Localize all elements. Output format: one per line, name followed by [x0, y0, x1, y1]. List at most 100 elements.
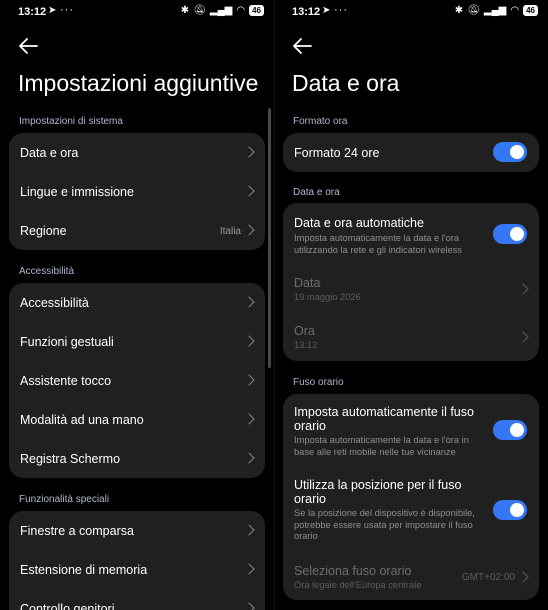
item-label: Data: [294, 276, 321, 290]
section-label-special: Funzionalità speciali: [19, 494, 110, 505]
item-label: Seleziona fuso orario: [294, 564, 412, 578]
item-label: Regione: [20, 224, 67, 238]
chevron-right-icon: [243, 602, 255, 610]
item-location-timezone[interactable]: Utilizza la posizione per il fuso orario…: [283, 472, 539, 550]
wifi-icon: ◠: [510, 5, 520, 16]
item-label: Utilizza la posizione per il fuso orario: [294, 478, 462, 506]
bluetooth-icon: ✱: [454, 5, 464, 16]
chevron-right-icon: [243, 413, 255, 425]
chevron-right-icon: [243, 335, 255, 347]
item-label: Registra Schermo: [20, 452, 121, 466]
status-time: 13:12: [18, 6, 47, 18]
toggle-knob: [510, 423, 524, 437]
timezone-name: Ora legale dell'Europa centrale: [294, 580, 422, 590]
toggle-auto-timezone[interactable]: [493, 420, 527, 440]
toggle-knob: [510, 145, 524, 159]
item-label: Ora: [294, 324, 315, 338]
section-label-time-format: Formato ora: [293, 116, 348, 127]
card-timezone: Imposta automaticamente il fuso orario I…: [283, 394, 539, 600]
item-time[interactable]: Ora 13:12: [283, 316, 539, 360]
item-label: Imposta automaticamente il fuso orario: [294, 405, 474, 433]
back-arrow-icon[interactable]: [18, 37, 38, 55]
item-auto-timezone[interactable]: Imposta automaticamente il fuso orario I…: [283, 394, 539, 466]
signal-icon: ▂▄▆: [209, 5, 233, 16]
status-bar: 13:12 ➤ ··· ✱ 🔕︎ ▂▄▆ ◠ 46: [274, 0, 548, 24]
battery-icon: 46: [249, 5, 264, 16]
item-region[interactable]: Regione Italia: [9, 211, 265, 250]
card-accessibility: Accessibilità Funzioni gestuali Assisten…: [9, 283, 265, 478]
item-label: Modalità ad una mano: [20, 413, 144, 427]
telegram-icon: ➤: [322, 5, 331, 16]
item-label: Estensione di memoria: [20, 563, 148, 577]
item-label: Assistente tocco: [20, 374, 112, 388]
section-label-date-time: Data e ora: [293, 187, 340, 198]
toggle-24h-format[interactable]: [493, 142, 527, 162]
chevron-right-icon: [517, 331, 529, 343]
signal-icon: ▂▄▆: [483, 5, 507, 16]
settings-additional-pane: 13:12 ➤ ··· ✱ 🔕︎ ▂▄▆ ◠ 46 Impostazioni a…: [0, 0, 274, 610]
item-description: Imposta automaticamente la data e l'ora …: [294, 435, 469, 457]
item-label: Formato 24 ore: [294, 146, 380, 160]
time-value: 13:12: [294, 340, 318, 350]
chevron-right-icon: [517, 283, 529, 295]
status-icons: ✱ 🔕︎ ▂▄▆ ◠ 46: [181, 5, 264, 16]
chevron-right-icon: [243, 524, 255, 536]
chevron-right-icon: [517, 571, 529, 583]
mute-icon: 🔕︎: [193, 5, 206, 16]
status-bar: 13:12 ➤ ··· ✱ 🔕︎ ▂▄▆ ◠ 46: [0, 0, 274, 24]
item-description: Se la posizione del dispositivo è dispon…: [294, 508, 475, 542]
item-label: Accessibilità: [20, 296, 89, 310]
item-label: Controllo genitori: [20, 602, 115, 610]
section-label-system: Impostazioni di sistema: [19, 116, 123, 127]
item-parental-control[interactable]: Controllo genitori: [9, 589, 265, 610]
section-label-timezone: Fuso orario: [293, 377, 344, 388]
item-accessibility[interactable]: Accessibilità: [9, 283, 265, 322]
more-notifications-icon: ···: [334, 4, 348, 16]
bluetooth-icon: ✱: [180, 5, 190, 16]
item-label: Lingue e immissione: [20, 185, 134, 199]
back-arrow-icon[interactable]: [292, 37, 312, 55]
status-time: 13:12: [292, 6, 321, 18]
chevron-right-icon: [243, 185, 255, 197]
item-label: Data e ora: [20, 146, 79, 160]
chevron-right-icon: [243, 224, 255, 236]
item-memory-extension[interactable]: Estensione di memoria: [9, 550, 265, 589]
section-label-accessibility: Accessibilità: [19, 266, 75, 277]
region-value: Italia: [219, 226, 241, 237]
chevron-right-icon: [243, 146, 255, 158]
mute-icon: 🔕︎: [467, 5, 480, 16]
item-label: Funzioni gestuali: [20, 335, 114, 349]
item-floating-windows[interactable]: Finestre a comparsa: [9, 511, 265, 550]
telegram-icon: ➤: [48, 5, 57, 16]
item-touch-assistant[interactable]: Assistente tocco: [9, 361, 265, 400]
chevron-right-icon: [243, 452, 255, 464]
item-auto-date-time[interactable]: Data e ora automatiche Imposta automatic…: [283, 203, 539, 263]
toggle-knob: [510, 227, 524, 241]
toggle-location-timezone[interactable]: [493, 500, 527, 520]
date-value: 19 maggio 2026: [294, 292, 361, 302]
chevron-right-icon: [243, 296, 255, 308]
item-one-hand-mode[interactable]: Modalità ad una mano: [9, 400, 265, 439]
item-label: Finestre a comparsa: [20, 524, 134, 538]
item-label: Data e ora automatiche: [294, 216, 424, 230]
pane-divider: [274, 0, 275, 610]
item-gestures[interactable]: Funzioni gestuali: [9, 322, 265, 361]
item-24h-format[interactable]: Formato 24 ore: [283, 133, 539, 172]
date-time-pane: 13:12 ➤ ··· ✱ 🔕︎ ▂▄▆ ◠ 46 Data e ora For…: [274, 0, 548, 610]
status-icons: ✱ 🔕︎ ▂▄▆ ◠ 46: [455, 5, 538, 16]
scrollbar[interactable]: [268, 108, 271, 368]
toggle-auto-date-time[interactable]: [493, 224, 527, 244]
item-select-timezone[interactable]: Seleziona fuso orario Ora legale dell'Eu…: [283, 558, 539, 598]
battery-icon: 46: [523, 5, 538, 16]
item-date-time[interactable]: Data e ora: [9, 133, 265, 172]
toggle-knob: [510, 503, 524, 517]
page-title: Data e ora: [292, 70, 400, 96]
item-date[interactable]: Data 19 maggio 2026: [283, 268, 539, 312]
timezone-offset: GMT+02:00: [461, 572, 515, 583]
card-system: Data e ora Lingue e immissione Regione I…: [9, 133, 265, 250]
item-languages[interactable]: Lingue e immissione: [9, 172, 265, 211]
page-title: Impostazioni aggiuntive: [18, 70, 259, 96]
item-description: Imposta automaticamente la data e l'ora …: [294, 233, 462, 255]
chevron-right-icon: [243, 374, 255, 386]
item-screen-record[interactable]: Registra Schermo: [9, 439, 265, 478]
